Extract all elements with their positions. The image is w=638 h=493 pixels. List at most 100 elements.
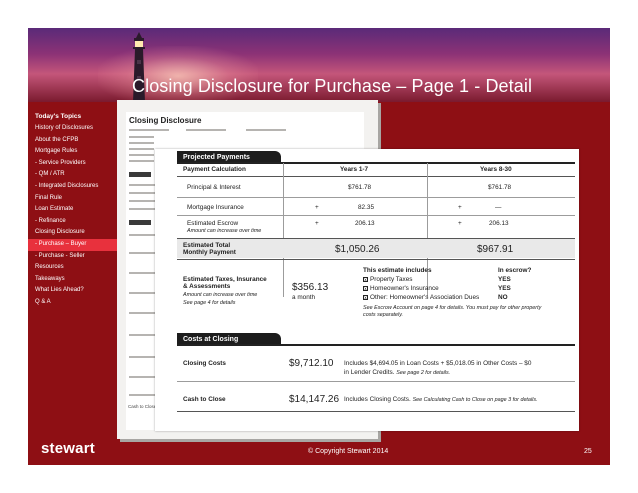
- form-line: [129, 356, 155, 358]
- estimated-total-years-1-7: $1,050.26: [335, 244, 380, 255]
- plus-sign: +: [315, 220, 319, 227]
- escrow-footnote-1: See Escrow Account on page 4 for details…: [363, 305, 542, 311]
- footer-copyright: © Copyright Stewart 2014: [308, 448, 389, 455]
- slide-title: Closing Disclosure for Purchase – Page 1…: [132, 76, 533, 96]
- form-line: [129, 208, 155, 210]
- sidebar-item-about-cfpb[interactable]: About the CFPB: [28, 135, 120, 147]
- homeowners-insurance-escrow: YES: [498, 285, 511, 292]
- slide: Closing Disclosure for Purchase – Page 1…: [28, 28, 610, 465]
- estimate-includes-header: This estimate includes: [363, 267, 432, 274]
- form-line: [129, 192, 155, 194]
- closing-costs-description-2: in Lender Credits. See page 2 for detail…: [344, 369, 450, 376]
- homeowners-insurance-checkbox: x: [363, 286, 368, 291]
- form-line: [129, 184, 155, 186]
- cash-to-close-includes: Includes Closing Costs.: [344, 396, 411, 403]
- sidebar-item-loan-estimate[interactable]: Loan Estimate: [28, 204, 120, 216]
- form-line: [129, 234, 155, 236]
- form-line: [129, 154, 154, 156]
- principal-interest-years-1-7: $761.78: [348, 184, 372, 191]
- sidebar-item-qm-atr[interactable]: - QM / ATR: [28, 169, 120, 181]
- form-line: [129, 292, 155, 294]
- stewart-logo: stewart: [41, 440, 95, 457]
- taxes-insurance-label-1: Estimated Taxes, Insurance: [183, 276, 267, 283]
- form-line: [129, 200, 155, 202]
- years-8-30-header: Years 8-30: [480, 166, 512, 173]
- form-line: [129, 148, 154, 150]
- form-section-tab: [129, 220, 151, 225]
- form-line: [129, 252, 155, 254]
- sidebar-item-final-rule[interactable]: Final Rule: [28, 193, 120, 205]
- cash-to-close-amount: $14,147.26: [289, 394, 340, 405]
- background-form-title: Closing Disclosure: [129, 116, 202, 125]
- table-rule: [177, 381, 575, 382]
- background-form-cash-label: Cash to Close: [128, 404, 157, 409]
- table-rule: [177, 215, 575, 216]
- section-rule: [177, 344, 575, 346]
- cash-to-close-page-ref: See Calculating Cash to Close on page 3 …: [412, 397, 538, 403]
- plus-sign: +: [458, 220, 462, 227]
- cash-to-close-description: Includes Closing Costs. See Calculating …: [344, 396, 538, 403]
- property-taxes-checkbox: x: [363, 277, 368, 282]
- plus-sign: +: [315, 204, 319, 211]
- closing-costs-page-ref: See page 2 for details.: [396, 370, 451, 376]
- form-line: [129, 136, 154, 138]
- principal-interest-years-8-30: $761.78: [488, 184, 512, 191]
- property-taxes-label: Property Taxes: [370, 276, 413, 283]
- hoa-dues-checkbox: x: [363, 295, 368, 300]
- escrow-footnote-2: costs separately.: [363, 312, 404, 318]
- header-banner: Closing Disclosure for Purchase – Page 1…: [28, 28, 610, 106]
- payment-calculation-label: Payment Calculation: [183, 166, 246, 173]
- sidebar-item-what-lies-ahead[interactable]: What Lies Ahead?: [28, 285, 120, 297]
- mortgage-insurance-years-8-30: —: [495, 204, 502, 211]
- topics-sidebar: Today's Topics History of Disclosures Ab…: [28, 112, 120, 309]
- lender-credits-text: in Lender Credits.: [344, 369, 395, 376]
- cash-to-close-label: Cash to Close: [183, 396, 226, 403]
- in-escrow-header: In escrow?: [498, 267, 532, 274]
- sidebar-item-closing-disclosure[interactable]: Closing Disclosure: [28, 227, 120, 239]
- mortgage-insurance-label: Mortgage Insurance: [187, 204, 244, 211]
- sidebar-heading: Today's Topics: [35, 113, 82, 120]
- plus-sign: +: [458, 204, 462, 211]
- estimated-escrow-label: Estimated Escrow: [187, 220, 239, 227]
- form-line: [246, 129, 286, 131]
- taxes-increase-note: Amount can increase over time: [183, 292, 258, 298]
- estimated-escrow-years-8-30: 206.13: [489, 220, 509, 227]
- sidebar-item-history[interactable]: History of Disclosures: [28, 123, 120, 135]
- form-line: [186, 129, 226, 131]
- form-line: [129, 312, 155, 314]
- sidebar-item-resources[interactable]: Resources: [28, 262, 120, 274]
- form-line: [129, 160, 154, 162]
- homeowners-insurance-label: Homeowner's Insurance: [370, 285, 439, 292]
- table-rule: [177, 411, 575, 412]
- taxes-monthly-amount: $356.13: [292, 282, 329, 293]
- form-line: [129, 334, 155, 336]
- table-rule: [177, 197, 575, 198]
- slide-page-number: 25: [584, 448, 592, 455]
- sidebar-item-mortgage-rules[interactable]: Mortgage Rules: [28, 146, 120, 158]
- sidebar-item-integrated-disclosures[interactable]: - Integrated Disclosures: [28, 181, 120, 193]
- sidebar-item-q-and-a[interactable]: Q & A: [28, 297, 120, 309]
- years-1-7-header: Years 1-7: [340, 166, 369, 173]
- column-divider: [427, 163, 428, 297]
- form-line: [129, 142, 154, 144]
- estimated-total-label-1: Estimated Total: [183, 242, 231, 249]
- principal-interest-label: Principal & Interest: [187, 184, 241, 191]
- hoa-dues-label: Other: Homeowner's Association Dues: [370, 294, 480, 301]
- closing-costs-label: Closing Costs: [183, 360, 226, 367]
- estimated-total-label-2: Monthly Payment: [183, 249, 236, 256]
- taxes-insurance-label-2: & Assessments: [183, 283, 231, 290]
- taxes-period: a month: [292, 294, 316, 301]
- sidebar-item-purchase-buyer[interactable]: - Purchase – Buyer: [28, 238, 120, 251]
- sidebar-item-refinance[interactable]: - Refinance: [28, 216, 120, 228]
- closing-costs-description-1: Includes $4,694.05 in Loan Costs + $5,01…: [344, 360, 532, 367]
- sidebar-item-service-providers[interactable]: - Service Providers: [28, 158, 120, 170]
- hoa-dues-escrow: NO: [498, 294, 508, 301]
- sidebar-item-takeaways[interactable]: Takeaways: [28, 274, 120, 286]
- property-taxes-escrow: YES: [498, 276, 511, 283]
- mortgage-insurance-years-1-7: 82.35: [358, 204, 374, 211]
- estimated-total-years-8-30: $967.91: [477, 244, 514, 255]
- closing-disclosure-detail: Projected Payments Payment Calculation Y…: [155, 149, 579, 431]
- column-divider: [283, 163, 284, 297]
- sidebar-item-purchase-seller[interactable]: - Purchase - Seller: [28, 251, 120, 263]
- closing-costs-amount: $9,712.10: [289, 358, 334, 369]
